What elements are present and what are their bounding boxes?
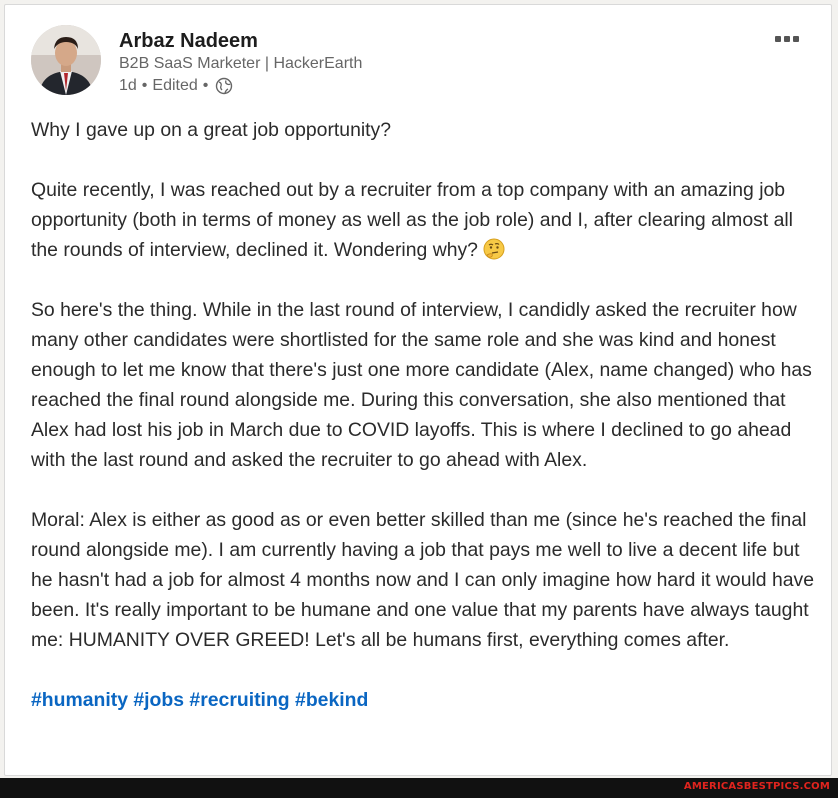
avatar-image: [31, 25, 101, 95]
globe-icon: [215, 77, 233, 95]
more-options-icon[interactable]: [767, 29, 807, 49]
post-paragraph: So here's the thing. While in the last r…: [31, 299, 812, 471]
post-timestamp: 1d • Edited •: [119, 75, 362, 97]
author-meta: Arbaz Nadeem B2B SaaS Marketer | HackerE…: [119, 29, 362, 97]
post-time: 1d: [119, 77, 137, 94]
hashtag-link[interactable]: #jobs: [133, 689, 184, 711]
post-card: Arbaz Nadeem B2B SaaS Marketer | HackerE…: [4, 4, 832, 776]
post-paragraph: Quite recently, I was reached out by a r…: [31, 179, 793, 261]
author-name[interactable]: Arbaz Nadeem: [119, 29, 362, 53]
post-body: Why I gave up on a great job opportunity…: [31, 115, 821, 715]
separator: •: [141, 77, 148, 94]
watermark-text: AMERICASBESTPICS.COM: [683, 781, 830, 792]
watermark-bar: AMERICASBESTPICS.COM: [0, 778, 838, 798]
author-headline: B2B SaaS Marketer | HackerEarth: [119, 55, 363, 72]
hashtag-link[interactable]: #recruiting: [189, 689, 289, 711]
hashtag-list: #humanity #jobs #recruiting #bekind: [31, 685, 821, 715]
edited-label: Edited: [152, 77, 198, 94]
thinking-face-emoji: [483, 238, 505, 260]
hashtag-link[interactable]: #humanity: [31, 689, 128, 711]
separator: •: [202, 77, 209, 94]
post-header: Arbaz Nadeem B2B SaaS Marketer | HackerE…: [31, 25, 807, 105]
post-paragraph: Why I gave up on a great job opportunity…: [31, 119, 392, 141]
post-paragraph: Moral: Alex is either as good as or even…: [31, 509, 815, 651]
author-avatar[interactable]: [31, 25, 101, 95]
hashtag-link[interactable]: #bekind: [295, 689, 368, 711]
